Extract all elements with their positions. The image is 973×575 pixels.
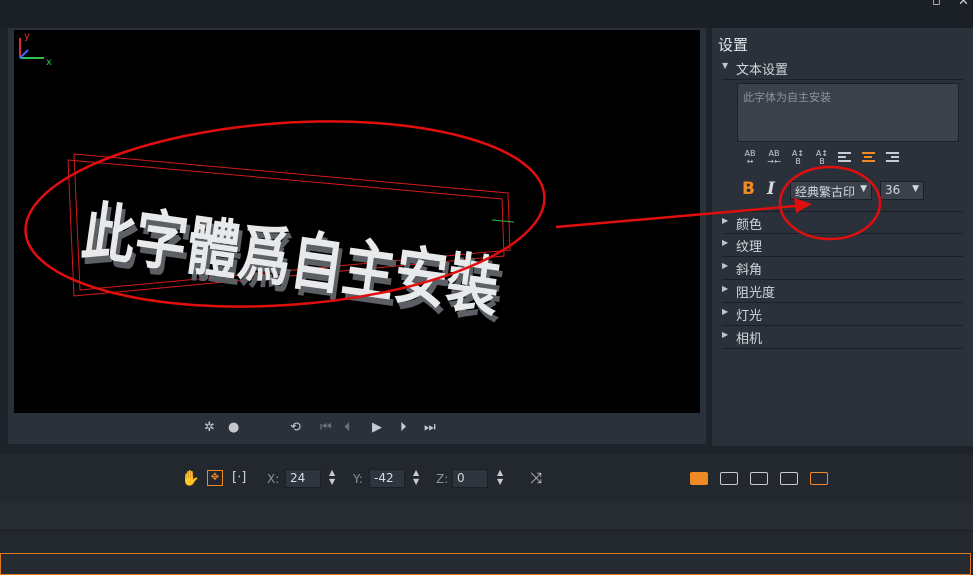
section-bevel[interactable]: ▶ 斜角 [722,257,963,280]
expand-triangle-icon: ▶ [722,307,729,316]
close-icon[interactable]: ✕ [958,0,969,9]
align-right-icon[interactable] [886,152,899,165]
letter-spacing-icon[interactable]: AB ↔ [741,150,759,166]
section-label: 斜角 [736,263,763,278]
bold-button[interactable]: B [742,179,755,199]
x-field[interactable]: 24 [285,469,321,488]
reset-icon[interactable]: ⤨ [530,469,542,487]
bomb-icon[interactable]: ● [228,420,239,436]
align-center-icon[interactable] [862,152,875,165]
camera-view-right-icon[interactable] [750,472,768,485]
line-spacing-narrow-icon[interactable]: A↕ B [813,150,831,166]
section-lighting[interactable]: ▶ 灯光 [722,303,963,326]
section-color[interactable]: ▶ 颜色 [722,211,963,234]
italic-button[interactable]: I [767,179,775,199]
section-camera[interactable]: ▶ 相机 [722,326,963,349]
z-stepper-icon[interactable]: ▲ ▼ [497,468,503,486]
z-field[interactable]: 0 [452,469,488,488]
x-label: X: [267,472,280,486]
axis-x-label: x [46,57,52,68]
title-3d-text[interactable]: 此字體爲自主安裝 此字體爲自主安裝 [77,195,509,333]
font-name: 经典繁古印 [795,185,856,199]
section-opacity[interactable]: ▶ 阻光度 [722,280,963,303]
section-label: 阻光度 [736,286,776,301]
x-stepper-icon[interactable]: ▲ ▼ [329,468,335,486]
font-size-value: 36 [885,183,901,197]
z-label: Z: [436,472,449,486]
font-size-dropdown[interactable]: 36 ▼ [880,181,924,200]
maximize-icon[interactable]: ▫ [932,0,941,9]
snapshot-icon[interactable]: ✲ [204,420,215,436]
timeline-track [0,503,973,531]
settings-title: 设置 [718,36,749,54]
section-label: 灯光 [736,309,763,324]
y-field[interactable]: -42 [369,469,405,488]
chevron-down-icon: ▼ [912,184,919,194]
move-tool-icon[interactable]: ✥ [207,470,223,486]
expand-triangle-icon: ▶ [722,238,729,247]
text-input[interactable]: 此字体为自主安装 [737,83,959,142]
axis-gizmo: y x [19,31,52,68]
camera-view-bottom-icon[interactable] [810,472,828,485]
svg-text:此字體爲自主安裝: 此字體爲自主安裝 [78,195,505,327]
font-dropdown[interactable]: 经典繁古印 ▼ [790,181,872,200]
section-label: 相机 [736,332,763,347]
expand-triangle-icon: ▶ [722,261,729,270]
loop-icon[interactable]: ⟲ [290,420,301,436]
y-stepper-icon[interactable]: ▲ ▼ [413,468,419,486]
play-icon[interactable]: ▶ [372,420,382,436]
section-label: 纹理 [736,240,763,255]
chevron-down-icon: ▼ [860,184,867,194]
section-label: 颜色 [736,218,763,233]
preview-viewport[interactable]: y x 此字體爲自主安裝 此字體爲自主安裝 [14,30,700,413]
section-label: 文本设置 [736,63,789,78]
camera-view-left-icon[interactable] [720,472,738,485]
section-texture[interactable]: ▶ 纹理 [722,234,963,257]
fit-view-icon[interactable]: [⋅] [232,469,246,487]
hand-tool-icon[interactable]: ✋ [181,469,200,487]
timeline-track [0,531,973,553]
camera-view-top-icon[interactable] [780,472,798,485]
step-back-icon[interactable]: ⏴ [344,420,351,436]
expand-triangle-icon: ▶ [722,284,729,293]
step-forward-icon[interactable]: ⏵ [400,420,407,436]
line-spacing-icon[interactable]: A↕ B [789,150,807,166]
title-bar: ▫ ✕ [0,0,973,28]
expand-triangle-icon: ▶ [722,216,729,225]
camera-view-front-icon[interactable] [690,472,708,485]
collapse-triangle-icon: ▼ [722,61,729,70]
section-text-settings[interactable]: ▼ 文本设置 [722,57,963,80]
skip-start-icon[interactable]: ⏮ [320,420,332,436]
align-left-icon[interactable] [838,152,851,165]
y-label: Y: [353,472,363,486]
letter-spacing-narrow-icon[interactable]: AB →← [765,150,783,166]
expand-triangle-icon: ▶ [722,330,729,339]
axis-y-label: y [24,31,30,42]
transport-bar: ✲ ● ⟲ ⏮ ⏴ ▶ ⏵ ⏭ [8,414,706,444]
timeline-track-selected[interactable] [0,553,971,575]
skip-end-icon[interactable]: ⏭ [424,420,436,436]
